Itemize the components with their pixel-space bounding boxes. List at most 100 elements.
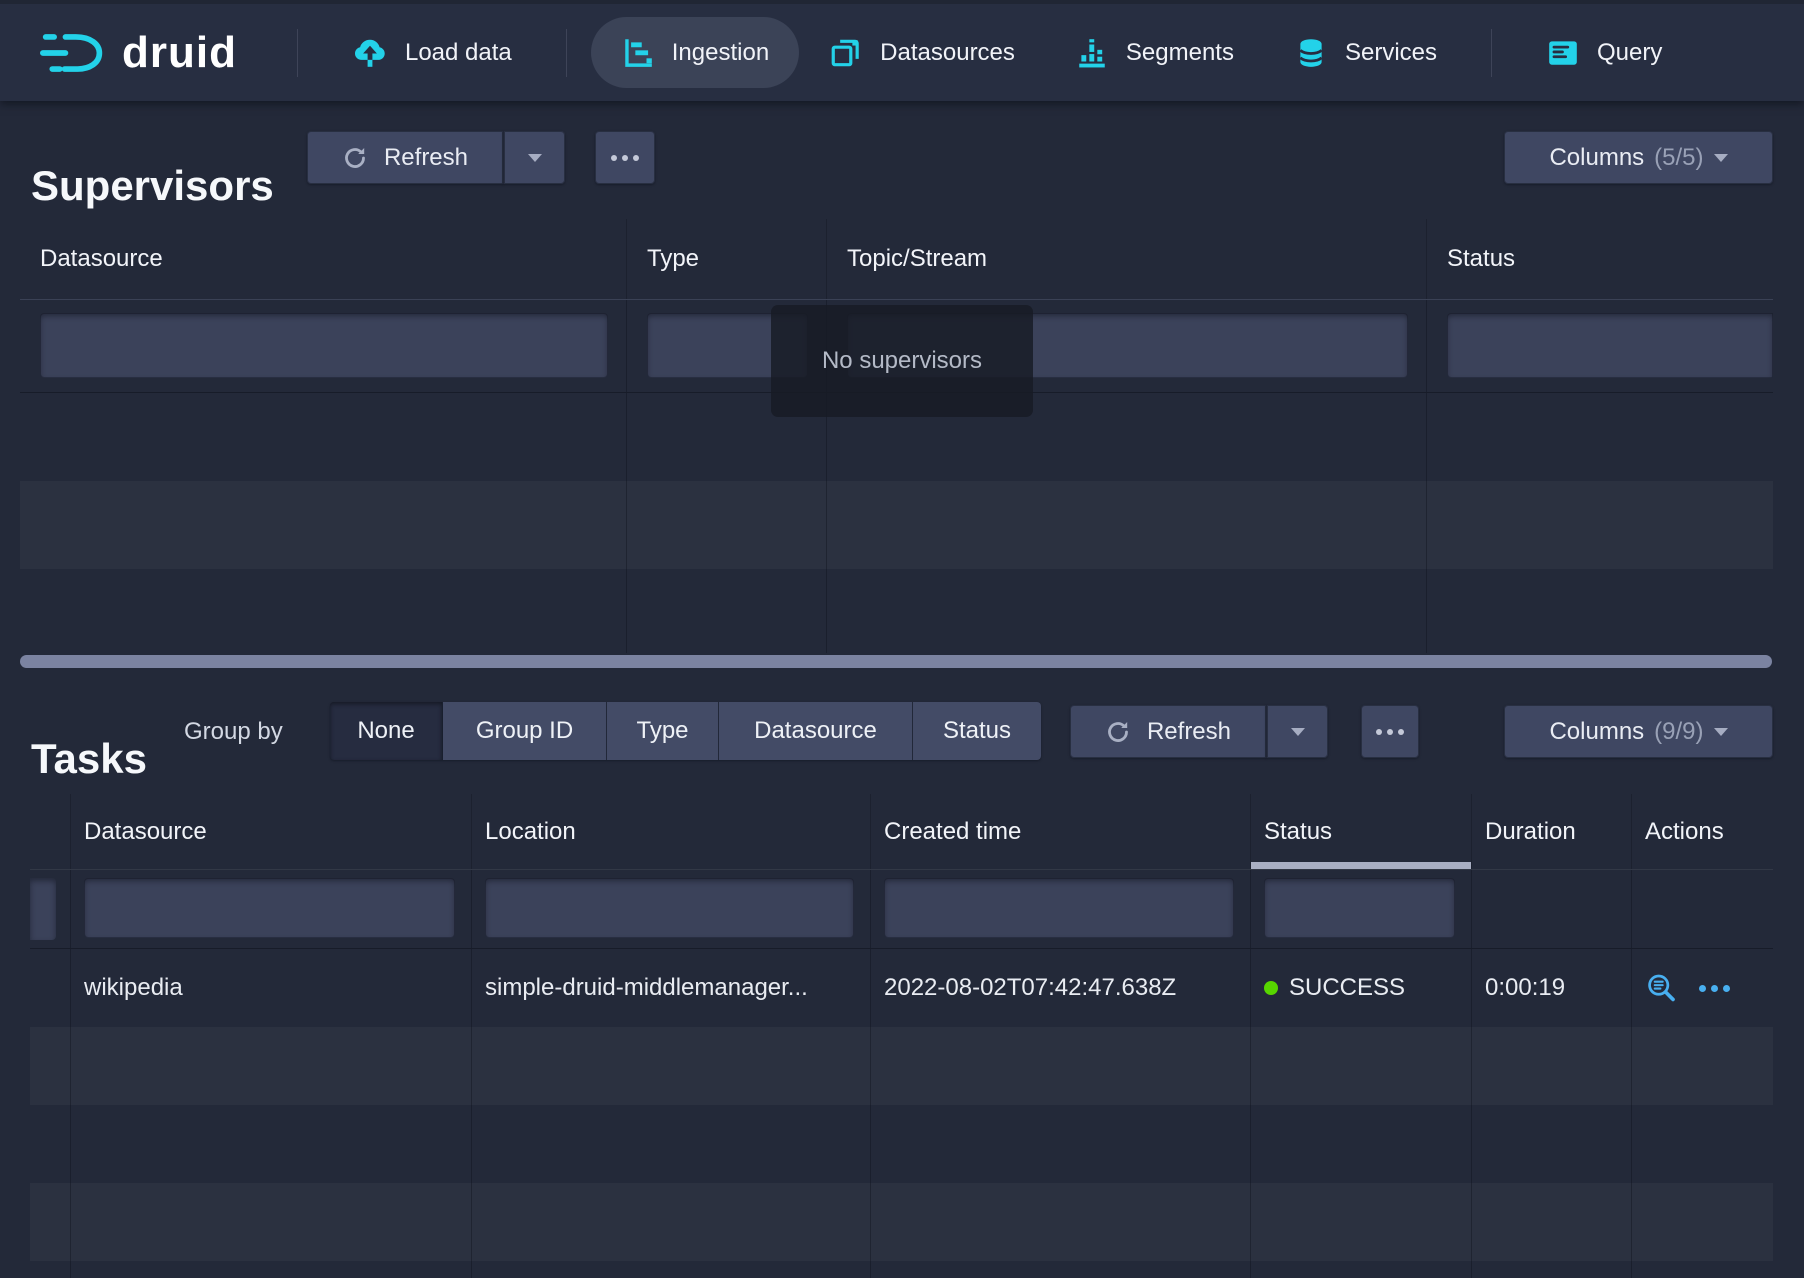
gantt-chart-icon: [621, 36, 655, 70]
supervisors-table: Datasource Type Topic/Stream Status No s…: [20, 219, 1773, 671]
refresh-icon: [1105, 719, 1131, 745]
bar-chart-icon: [1075, 36, 1109, 70]
nav-item-label: Ingestion: [672, 39, 769, 67]
tasks-title: Tasks: [31, 735, 147, 783]
created-time-filter-input[interactable]: [884, 878, 1234, 938]
chevron-down-icon: [1291, 728, 1305, 736]
column-header-actions[interactable]: Actions: [1632, 794, 1773, 869]
task-location: simple-druid-middlemanager...: [472, 949, 871, 1027]
group-by-datasource-button[interactable]: Datasource: [719, 702, 913, 760]
columns-label: Columns: [1549, 144, 1644, 172]
column-header-location[interactable]: Location: [472, 794, 871, 869]
task-datasource: wikipedia: [71, 949, 472, 1027]
more-icon: [1376, 729, 1404, 735]
supervisors-more-button[interactable]: [595, 131, 655, 184]
navbar: druid Load data Ingestion: [0, 0, 1804, 101]
status-filter-input[interactable]: [1264, 878, 1455, 938]
nav-item-load-data[interactable]: Load data: [322, 17, 542, 88]
table-row: [30, 1183, 1773, 1261]
columns-count: (9/9): [1654, 718, 1703, 746]
nav-item-ingestion[interactable]: Ingestion: [591, 17, 799, 88]
supervisors-title: Supervisors: [31, 162, 274, 210]
tasks-refresh-button[interactable]: Refresh: [1070, 705, 1266, 758]
tasks-table: Datasource Location Created time Status …: [30, 794, 1773, 1278]
tasks-table-header: Datasource Location Created time Status …: [30, 794, 1773, 870]
druid-logo-text: druid: [122, 28, 237, 78]
no-supervisors-message: No supervisors: [771, 305, 1033, 417]
task-actions: [1632, 949, 1773, 1027]
column-header-duration[interactable]: Duration: [1472, 794, 1632, 869]
task-more-actions-icon[interactable]: [1699, 985, 1730, 992]
status-label: SUCCESS: [1289, 974, 1405, 1002]
supervisors-refresh-group: Refresh: [307, 131, 565, 184]
sort-indicator: [1251, 862, 1471, 869]
nav-item-label: Datasources: [880, 39, 1015, 67]
chevron-down-icon: [528, 154, 542, 162]
supervisors-horizontal-scrollbar[interactable]: [20, 655, 1772, 668]
navbar-divider: [1491, 29, 1492, 77]
task-id-filter-input-clipped[interactable]: [30, 878, 56, 940]
columns-label: Columns: [1549, 718, 1644, 746]
druid-console: druid Load data Ingestion: [0, 0, 1804, 1278]
group-by-button-group: None Group ID Type Datasource Status: [330, 702, 1041, 760]
table-row: [30, 1027, 1773, 1105]
column-header-created-time[interactable]: Created time: [871, 794, 1251, 869]
group-by-none-button[interactable]: None: [330, 702, 443, 760]
more-icon: [611, 155, 639, 161]
tasks-filter-row: [30, 870, 1773, 949]
datasource-filter-input[interactable]: [40, 313, 608, 378]
location-filter-input[interactable]: [485, 878, 854, 938]
status-filter-input[interactable]: [1447, 313, 1773, 378]
column-header-type[interactable]: Type: [627, 219, 827, 299]
supervisors-refresh-dropdown-button[interactable]: [503, 131, 565, 184]
task-row-wikipedia[interactable]: wikipedia simple-druid-middlemanager... …: [30, 949, 1773, 1027]
nav-item-query[interactable]: Query: [1516, 17, 1692, 88]
columns-count: (5/5): [1654, 144, 1703, 172]
chevron-down-icon: [1714, 154, 1728, 162]
supervisors-refresh-button[interactable]: Refresh: [307, 131, 503, 184]
tasks-columns-button[interactable]: Columns (9/9): [1504, 705, 1773, 758]
layers-icon: [829, 36, 863, 70]
column-header-task-id-clipped[interactable]: [30, 794, 71, 869]
upload-cloud-icon: [352, 35, 388, 71]
task-duration: 0:00:19: [1472, 949, 1632, 1027]
group-by-label: Group by: [184, 718, 283, 746]
nav-item-datasources[interactable]: Datasources: [799, 17, 1045, 88]
navbar-divider: [566, 29, 567, 77]
datasource-filter-input[interactable]: [84, 878, 455, 938]
column-header-status-label: Status: [1264, 818, 1332, 846]
refresh-icon: [342, 145, 368, 171]
supervisors-columns-button[interactable]: Columns (5/5): [1504, 131, 1773, 184]
task-created-time: 2022-08-02T07:42:47.638Z: [871, 949, 1251, 1027]
task-detail-magnifier-icon[interactable]: [1645, 972, 1677, 1004]
group-by-group-id-button[interactable]: Group ID: [443, 702, 607, 760]
tasks-refresh-group: Refresh: [1070, 705, 1328, 758]
tasks-more-button[interactable]: [1361, 705, 1419, 758]
chevron-down-icon: [1714, 728, 1728, 736]
group-by-type-button[interactable]: Type: [607, 702, 719, 760]
druid-logo-icon: [40, 28, 106, 78]
console-icon: [1546, 36, 1580, 70]
group-by-status-button[interactable]: Status: [913, 702, 1041, 760]
nav-item-services[interactable]: Services: [1264, 17, 1467, 88]
nav-item-label: Segments: [1126, 39, 1234, 67]
nav-item-label: Services: [1345, 39, 1437, 67]
column-header-datasource[interactable]: Datasource: [20, 219, 627, 299]
column-header-topic-stream[interactable]: Topic/Stream: [827, 219, 1427, 299]
column-header-status[interactable]: Status: [1427, 219, 1773, 299]
database-icon: [1294, 36, 1328, 70]
status-success-dot: [1264, 981, 1278, 995]
table-row: [20, 569, 1773, 653]
table-row: [20, 481, 1773, 569]
column-header-datasource[interactable]: Datasource: [71, 794, 472, 869]
tasks-refresh-dropdown-button[interactable]: [1266, 705, 1328, 758]
task-status: SUCCESS: [1251, 949, 1472, 1027]
table-row: [30, 1105, 1773, 1183]
nav-item-label: Load data: [405, 39, 512, 67]
nav-item-label: Query: [1597, 39, 1662, 67]
column-header-status[interactable]: Status: [1251, 794, 1472, 869]
supervisors-table-header: Datasource Type Topic/Stream Status: [20, 219, 1773, 300]
refresh-label: Refresh: [1147, 718, 1231, 746]
druid-logo[interactable]: druid: [40, 28, 237, 78]
nav-item-segments[interactable]: Segments: [1045, 17, 1264, 88]
